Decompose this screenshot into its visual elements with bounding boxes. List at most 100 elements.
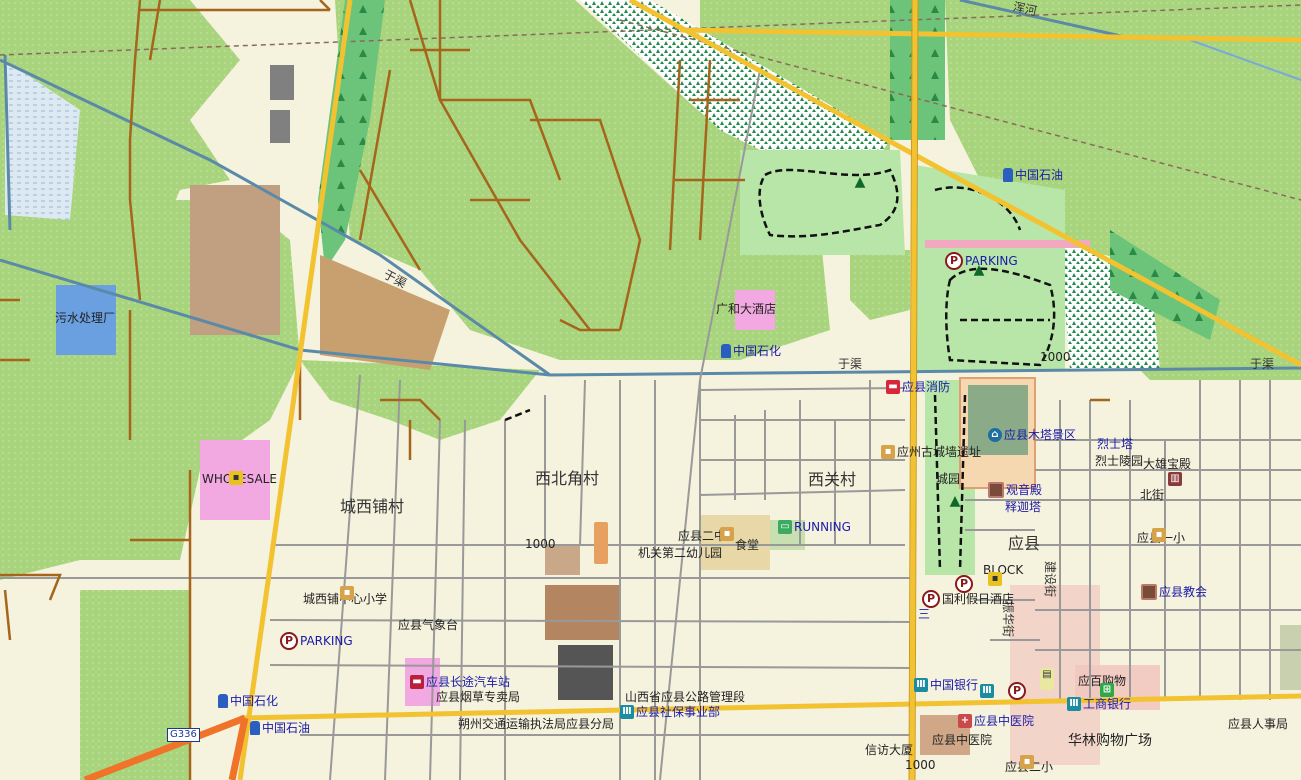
school-icon: ▪ <box>1020 755 1034 769</box>
poi-bus-station[interactable]: ▬ 应县长途汽车站 <box>410 675 510 689</box>
poi-city-wall-ruins[interactable]: ▪ 应州古城墙遗址 <box>881 445 981 459</box>
poi-petrochina-west[interactable]: 中国石油 <box>250 721 310 735</box>
poi-petrochina-ne-label: 中国石油 <box>1015 168 1064 182</box>
monument-icon: ▪ <box>881 445 895 459</box>
poi-canteen[interactable]: 食堂 <box>735 538 759 552</box>
factory-2 <box>545 585 620 640</box>
poi-social-security[interactable]: Ⅲ 应县社保事业部 <box>620 705 720 719</box>
road-shield-g336: G336 <box>167 728 200 742</box>
fuel-station-icon <box>1003 168 1013 182</box>
map-canvas[interactable]: 城西铺村 西北角村 西关村 应县 北街 于渠 于渠 于渠 浑河 1000 100… <box>0 0 1301 780</box>
poi-holiday-hotel-label: 国利假日酒店 <box>942 592 1015 606</box>
temple-icon: ▥ <box>1168 472 1182 486</box>
poi-parking-west[interactable]: P PARKING <box>280 632 353 650</box>
tree-icon: ▲ <box>949 493 961 509</box>
poi-hr-bureau-label: 应县人事局 <box>1228 717 1289 731</box>
river-label-yu-qu-3: 于渠 <box>1250 357 1275 371</box>
poi-guanyin-hall-label: 观音殿 <box>1006 483 1043 497</box>
poi-city-garden-label: 城园 <box>936 472 961 486</box>
poi-tcm-hospital[interactable]: + 应县中医院 <box>958 714 1034 728</box>
place-bei-jie: 北街 <box>1140 488 1165 502</box>
poi-church-label: 应县教会 <box>1159 585 1208 599</box>
poi-guanghe-hotel[interactable]: 广和大酒店 <box>716 302 776 316</box>
poi-weather-station[interactable]: 应县气象台 <box>398 618 458 632</box>
tower-icon <box>594 522 608 564</box>
poi-fire-station[interactable]: ▬ 应县消防 <box>886 380 950 394</box>
poi-weather-station-label: 应县气象台 <box>398 618 459 632</box>
factory-3 <box>558 645 613 700</box>
poi-tcm-hospital-2[interactable]: 应县中医院 <box>932 733 992 747</box>
parking-icon: P <box>922 590 940 608</box>
poi-holiday-hotel[interactable]: P 国利假日酒店 <box>922 590 1014 608</box>
poi-kindergarten[interactable]: 机关第二幼儿园 <box>638 546 722 560</box>
poi-no2-middle-school[interactable]: 应县二中 <box>678 529 726 543</box>
poi-main-hall[interactable]: 大雄宝殿 <box>1143 457 1191 471</box>
poi-hr-bureau[interactable]: 应县人事局 <box>1228 717 1288 731</box>
building-east <box>1280 625 1301 690</box>
poi-highway-bureau[interactable]: 山西省应县公路管理段 <box>625 690 745 704</box>
poi-city-garden[interactable]: 城园 <box>936 472 960 486</box>
poi-petition-building-label: 信访大厦 <box>865 743 914 757</box>
poi-traffic-enforcement[interactable]: 朔州交通运输执法局应县分局 <box>458 717 614 731</box>
contour-label-2: 1000 <box>525 537 556 551</box>
road-label-jian-she-jie: 建设街 <box>1043 560 1058 598</box>
poi-sinopec-center[interactable]: 中国石化 <box>721 344 781 358</box>
walkway <box>925 240 1090 248</box>
hospital-icon: + <box>958 714 972 728</box>
shopping-cart-icon: ⊞ <box>1100 683 1114 697</box>
place-cheng-xi-pu-cun: 城西铺村 <box>340 497 405 516</box>
poi-pagoda-scenic-area[interactable]: ⌂ 应县木塔景区 <box>988 428 1076 442</box>
temple-icon <box>988 482 1004 498</box>
poi-city-wall-ruins-label: 应州古城墙遗址 <box>897 445 982 459</box>
poi-tobacco-bureau-label: 应县烟草专卖局 <box>436 690 521 704</box>
building-gray-1 <box>270 65 294 100</box>
poi-sewage-plant[interactable]: 污水处理厂 <box>55 311 115 325</box>
cinema-icon: ▤ <box>1040 668 1054 690</box>
poi-martyrs-tower[interactable]: 烈士塔 <box>1097 437 1133 451</box>
poi-main-hall-label: 大雄宝殿 <box>1143 457 1192 471</box>
poi-hualin-mall-label: 华林购物广场 <box>1068 733 1152 749</box>
place-xi-guan-cun: 西关村 <box>808 470 857 489</box>
poi-no2-middle-school-label: 应县二中 <box>678 529 727 543</box>
poi-shijia-pagoda-label: 释迦塔 <box>1005 500 1042 514</box>
poi-guanghe-hotel-label: 广和大酒店 <box>716 302 777 316</box>
tree-icon: ▲ <box>973 262 985 278</box>
poi-tcm-hospital-label: 应县中医院 <box>974 714 1035 728</box>
poi-canteen-label: 食堂 <box>735 538 760 552</box>
poi-sinopec-west[interactable]: 中国石化 <box>218 694 278 708</box>
poi-martyrs-cemetery[interactable]: 烈士陵园 <box>1095 454 1143 468</box>
place-xi-bei-jiao-cun: 西北角村 <box>535 469 600 488</box>
poi-running-track-label: RUNNING <box>794 520 851 534</box>
poi-shijia-pagoda[interactable]: 释迦塔 <box>1005 500 1041 514</box>
poi-guanyin-hall[interactable]: 观音殿 <box>988 482 1042 498</box>
school-icon: ▪ <box>1152 528 1166 542</box>
poi-social-security-label: 应县社保事业部 <box>636 705 721 719</box>
poi-sinopec-center-label: 中国石化 <box>733 344 782 358</box>
poi-petition-building[interactable]: 信访大厦 <box>865 743 913 757</box>
parking-icon: P <box>280 632 298 650</box>
poi-icbc[interactable]: Ⅲ 工商银行 <box>1067 697 1131 711</box>
poi-icbc-label: 工商银行 <box>1083 697 1132 711</box>
fuel-station-icon <box>218 694 228 708</box>
school-icon: ▪ <box>720 527 734 541</box>
bank-icon: Ⅲ <box>980 684 994 698</box>
poi-pagoda-scenic-area-label: 应县木塔景区 <box>1004 428 1077 442</box>
fire-station-icon: ▬ <box>886 380 900 394</box>
poi-bank-of-china-label: 中国银行 <box>930 678 979 692</box>
river-label-yu-qu-2: 于渠 <box>838 357 863 371</box>
park-west <box>740 150 905 255</box>
poi-tobacco-bureau[interactable]: 应县烟草专卖局 <box>436 690 520 704</box>
contour-label-3: 1000 <box>905 758 936 772</box>
poi-church[interactable]: 应县教会 <box>1141 584 1207 600</box>
running-track-icon: ▭ <box>778 520 792 534</box>
poi-san-label: 三 <box>918 607 931 621</box>
government-icon: Ⅲ <box>620 705 634 719</box>
poi-petrochina-ne[interactable]: 中国石油 <box>1003 168 1063 182</box>
contour-label-1: 1000 <box>1040 350 1071 364</box>
poi-running-track[interactable]: ▭ RUNNING <box>778 520 851 534</box>
place-ying-xian: 应县 <box>1008 534 1041 553</box>
poi-bank-of-china[interactable]: Ⅲ 中国银行 <box>914 678 978 692</box>
poi-parking-west-label: PARKING <box>300 634 353 648</box>
poi-hualin-mall[interactable]: 华林购物广场 <box>1068 734 1152 748</box>
museum-icon: ⌂ <box>988 428 1002 442</box>
